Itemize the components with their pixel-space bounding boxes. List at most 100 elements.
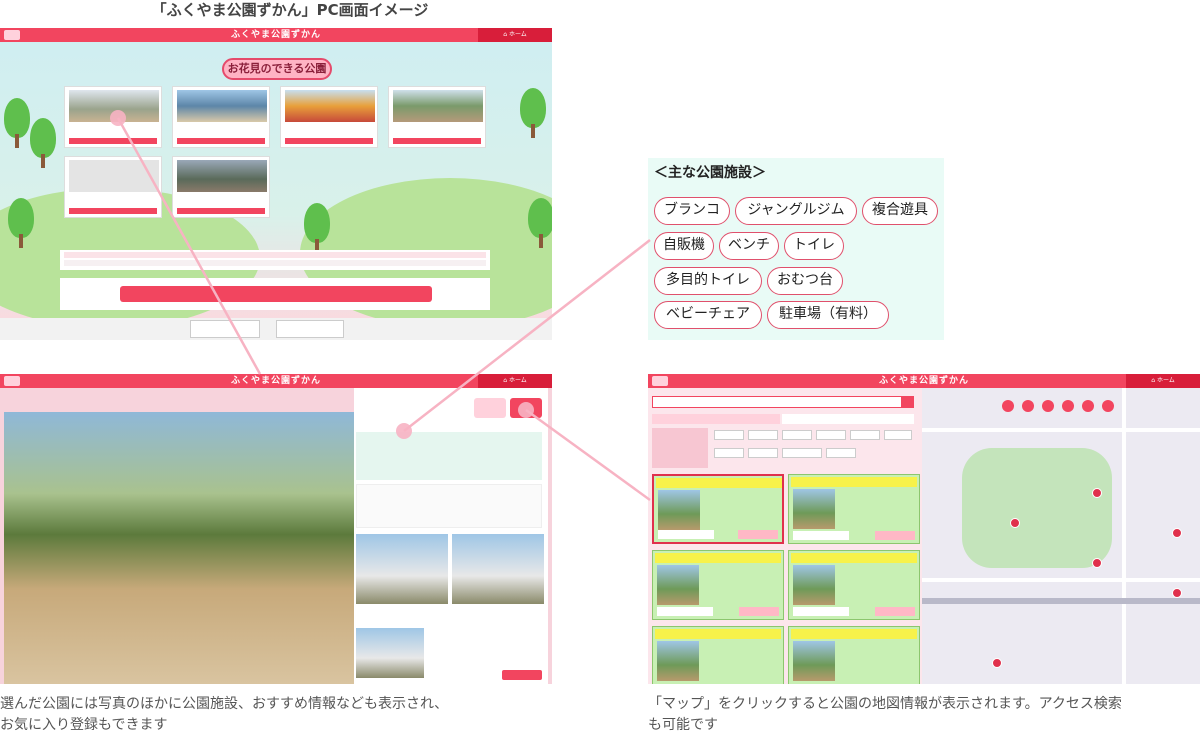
access-button[interactable] [657, 607, 713, 616]
park-thumbnail[interactable] [356, 534, 448, 604]
filter-chip[interactable] [714, 430, 744, 440]
app-header: ふくやま公園ずかん ⌂ ホーム [0, 374, 552, 388]
caption-map: 「マップ」をクリックすると公園の地図情報が表示されます。アクセス検索 も可能です [648, 694, 1200, 736]
app-title: ふくやま公園ずかん [230, 30, 321, 40]
register-button[interactable] [502, 670, 542, 680]
map-category-icon[interactable] [1022, 400, 1034, 412]
home-button[interactable]: ⌂ ホーム [478, 374, 552, 388]
top-page-screenshot: ふくやま公園ずかん ⌂ ホーム お花見のできる公園 [0, 28, 552, 340]
park-photo [285, 90, 375, 122]
area-minimap[interactable] [652, 428, 708, 468]
park-list-card[interactable] [788, 474, 920, 544]
park-list-card[interactable] [652, 474, 784, 544]
facility-tag: 複合遊具 [862, 197, 938, 225]
map-category-icon[interactable] [1062, 400, 1074, 412]
app-title: ふくやま公園ずかん [230, 376, 321, 386]
map-search-input[interactable] [652, 396, 914, 408]
park-card[interactable] [64, 86, 162, 148]
map-road [922, 428, 1200, 432]
filter-chip[interactable] [826, 448, 856, 458]
access-button[interactable] [474, 398, 506, 418]
app-title: ふくやま公園ずかん [878, 376, 969, 386]
park-detail-button[interactable] [177, 208, 265, 214]
facility-tag: ジャングルジム [735, 197, 857, 225]
map-view[interactable] [922, 388, 1200, 684]
facility-tag: ブランコ [654, 197, 730, 225]
filter-chip[interactable] [782, 430, 812, 440]
park-card-photo [657, 641, 699, 681]
area-tab[interactable] [652, 414, 780, 424]
park-detail-screenshot: ふくやま公園ずかん ⌂ ホーム [0, 374, 552, 684]
park-detail-sidebar [354, 388, 548, 684]
park-detail-button[interactable] [739, 607, 779, 616]
tree-illustration [4, 98, 30, 148]
park-area-on-map [962, 448, 1112, 568]
facilities-panel: ＜主な公園施設＞ ブランコ ジャングルジム 複合遊具 自販機 ベンチ トイレ 多… [648, 158, 944, 340]
park-pin-icon[interactable] [992, 658, 1002, 668]
park-detail-button[interactable] [177, 138, 265, 144]
access-button[interactable] [793, 607, 849, 616]
park-detail-button[interactable] [69, 138, 157, 144]
home-button[interactable]: ⌂ ホーム [478, 28, 552, 42]
caption-line: お気に入り登録もできます [0, 717, 168, 733]
home-button[interactable]: ⌂ ホーム [1126, 374, 1200, 388]
park-photo [177, 160, 267, 192]
filter-chip[interactable] [748, 448, 778, 458]
park-pin-icon[interactable] [1010, 518, 1020, 528]
park-pin-icon[interactable] [1092, 488, 1102, 498]
park-list-card[interactable] [652, 550, 784, 620]
caption-line: 選んだ公園には写真のほかに公園施設、おすすめ情報なども表示され、 [0, 696, 449, 712]
park-list-card[interactable] [652, 626, 784, 684]
home-label: ホーム [508, 377, 527, 384]
tree-illustration [520, 88, 546, 138]
park-pin-icon[interactable] [1172, 588, 1182, 598]
park-detail-button[interactable] [285, 138, 373, 144]
park-list-card[interactable] [788, 626, 920, 684]
facility-tag: トイレ [784, 232, 844, 260]
park-card-name [655, 629, 781, 639]
map-category-icon[interactable] [1042, 400, 1054, 412]
map-category-icon[interactable] [1102, 400, 1114, 412]
filter-chip[interactable] [816, 430, 846, 440]
park-card[interactable] [64, 156, 162, 218]
park-search-button[interactable] [120, 286, 432, 302]
filter-chip[interactable] [714, 448, 744, 458]
search-panel [60, 278, 490, 310]
park-thumbnail[interactable] [356, 628, 424, 678]
map-category-icon[interactable] [1002, 400, 1014, 412]
filter-chip[interactable] [748, 430, 778, 440]
park-card-name [656, 478, 782, 488]
search-button[interactable] [901, 397, 913, 407]
park-detail-button[interactable] [393, 138, 481, 144]
area-tab[interactable] [782, 414, 914, 424]
park-pin-icon[interactable] [1172, 528, 1182, 538]
park-card[interactable] [172, 86, 270, 148]
park-pin-icon[interactable] [1092, 558, 1102, 568]
park-card[interactable] [388, 86, 486, 148]
access-button[interactable] [793, 531, 849, 540]
filter-chip[interactable] [850, 430, 880, 440]
park-thumbnail[interactable] [452, 534, 544, 604]
park-detail-button[interactable] [875, 607, 915, 616]
park-list-card[interactable] [788, 550, 920, 620]
sponsor-logo[interactable] [276, 320, 344, 338]
map-category-icon[interactable] [1082, 400, 1094, 412]
facility-tag: おむつ台 [767, 267, 843, 295]
home-label: ホーム [1156, 377, 1175, 384]
park-card[interactable] [280, 86, 378, 148]
access-button[interactable] [658, 530, 714, 539]
filter-chip[interactable] [884, 430, 912, 440]
news-item[interactable] [64, 260, 486, 266]
news-item[interactable] [64, 252, 486, 258]
park-detail-button[interactable] [875, 531, 915, 540]
facility-tag: 駐車場（有料） [767, 301, 889, 329]
sponsor-logo[interactable] [190, 320, 260, 338]
park-detail-button[interactable] [69, 208, 157, 214]
caption-line: も可能です [648, 717, 718, 733]
park-detail-button[interactable] [738, 530, 778, 539]
park-card[interactable] [172, 156, 270, 218]
news-list [60, 250, 490, 270]
favorite-button[interactable] [510, 398, 542, 418]
park-card-name [655, 553, 781, 563]
filter-chip[interactable] [782, 448, 822, 458]
